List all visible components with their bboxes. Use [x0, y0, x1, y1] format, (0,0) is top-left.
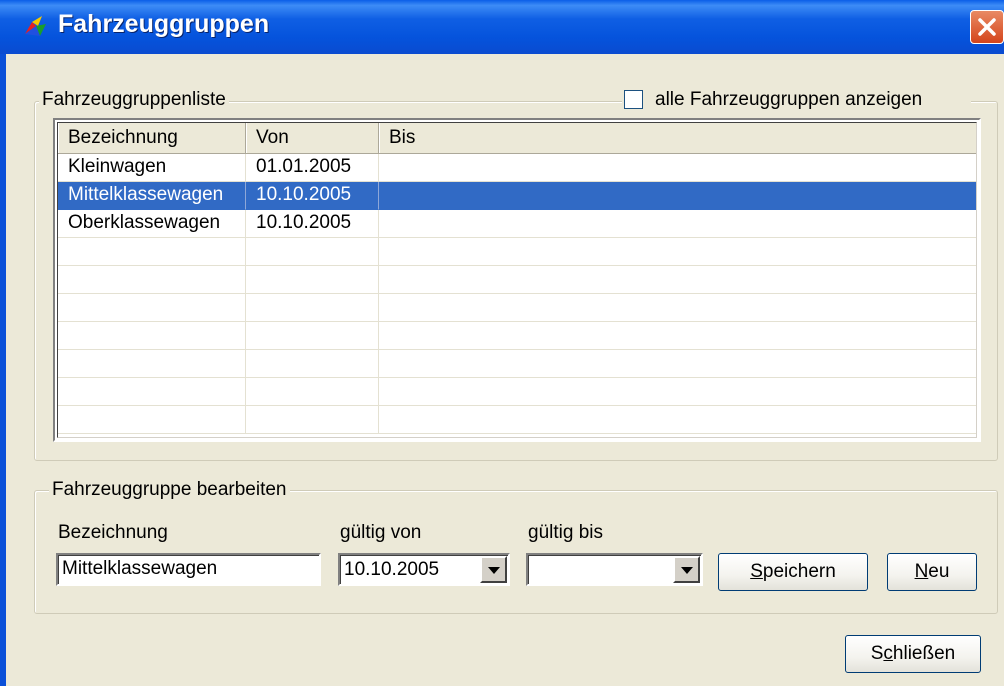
table-row-selected[interactable]: Mittelklassewagen 10.10.2005 [58, 182, 976, 210]
column-header-bezeichnung[interactable]: Bezeichnung [58, 123, 246, 153]
valid-from-select[interactable]: 10.10.2005 [338, 553, 510, 586]
cell-von: 10.10.2005 [246, 210, 379, 238]
vehicle-group-list-legend: Fahrzeuggruppenliste [39, 89, 229, 111]
edit-group-legend: Fahrzeuggruppe bearbeiten [49, 479, 290, 501]
cell-von: 01.01.2005 [246, 154, 379, 182]
cell-bezeichnung: Kleinwagen [58, 154, 246, 182]
valid-to-dropdown-button[interactable] [673, 556, 700, 583]
cell-bis [379, 182, 976, 210]
table-row[interactable]: Kleinwagen 01.01.2005 [58, 154, 976, 182]
name-label: Bezeichnung [58, 522, 168, 543]
column-header-bis[interactable]: Bis [379, 123, 976, 153]
cell-bis [379, 154, 976, 182]
empty-row [58, 294, 976, 322]
app-icon [25, 16, 46, 36]
column-header-von[interactable]: Von [246, 123, 379, 153]
dialog-window: Fahrzeuggruppen Fahrzeuggruppenliste all… [0, 0, 1004, 686]
empty-row [58, 406, 976, 434]
valid-from-label: gültig von [340, 522, 422, 543]
close-button[interactable]: Schließen [845, 635, 981, 673]
cell-von: 10.10.2005 [246, 182, 379, 210]
table-row[interactable]: Oberklassewagen 10.10.2005 [58, 210, 976, 238]
edit-group-frame [34, 490, 998, 614]
new-button[interactable]: Neu [887, 553, 977, 591]
show-all-option: alle Fahrzeuggruppen anzeigen [622, 89, 971, 111]
cell-bezeichnung: Oberklassewagen [58, 210, 246, 238]
save-button[interactable]: Speichern [718, 553, 868, 591]
vehicle-group-table[interactable]: Bezeichnung Von Bis Kleinwagen 01.01.200… [53, 118, 981, 442]
close-icon [978, 18, 996, 36]
valid-to-label: gültig bis [528, 522, 603, 543]
empty-row [58, 266, 976, 294]
empty-row [58, 238, 976, 266]
valid-from-value: 10.10.2005 [344, 559, 440, 580]
empty-row [58, 378, 976, 406]
chevron-down-icon [488, 567, 500, 574]
window-title: Fahrzeuggruppen [58, 10, 270, 38]
empty-row [58, 322, 976, 350]
show-all-checkbox[interactable] [624, 90, 643, 109]
table-header: Bezeichnung Von Bis [58, 123, 976, 154]
close-window-button[interactable] [970, 10, 1004, 44]
valid-to-select[interactable] [526, 553, 703, 586]
name-input[interactable]: Mittelklassewagen [56, 553, 321, 586]
empty-row [58, 350, 976, 378]
title-bar[interactable]: Fahrzeuggruppen [0, 0, 1004, 54]
chevron-down-icon [681, 567, 693, 574]
valid-from-dropdown-button[interactable] [480, 556, 507, 583]
show-all-label: alle Fahrzeuggruppen anzeigen [655, 89, 923, 110]
cell-bezeichnung: Mittelklassewagen [58, 182, 246, 210]
cell-bis [379, 210, 976, 238]
